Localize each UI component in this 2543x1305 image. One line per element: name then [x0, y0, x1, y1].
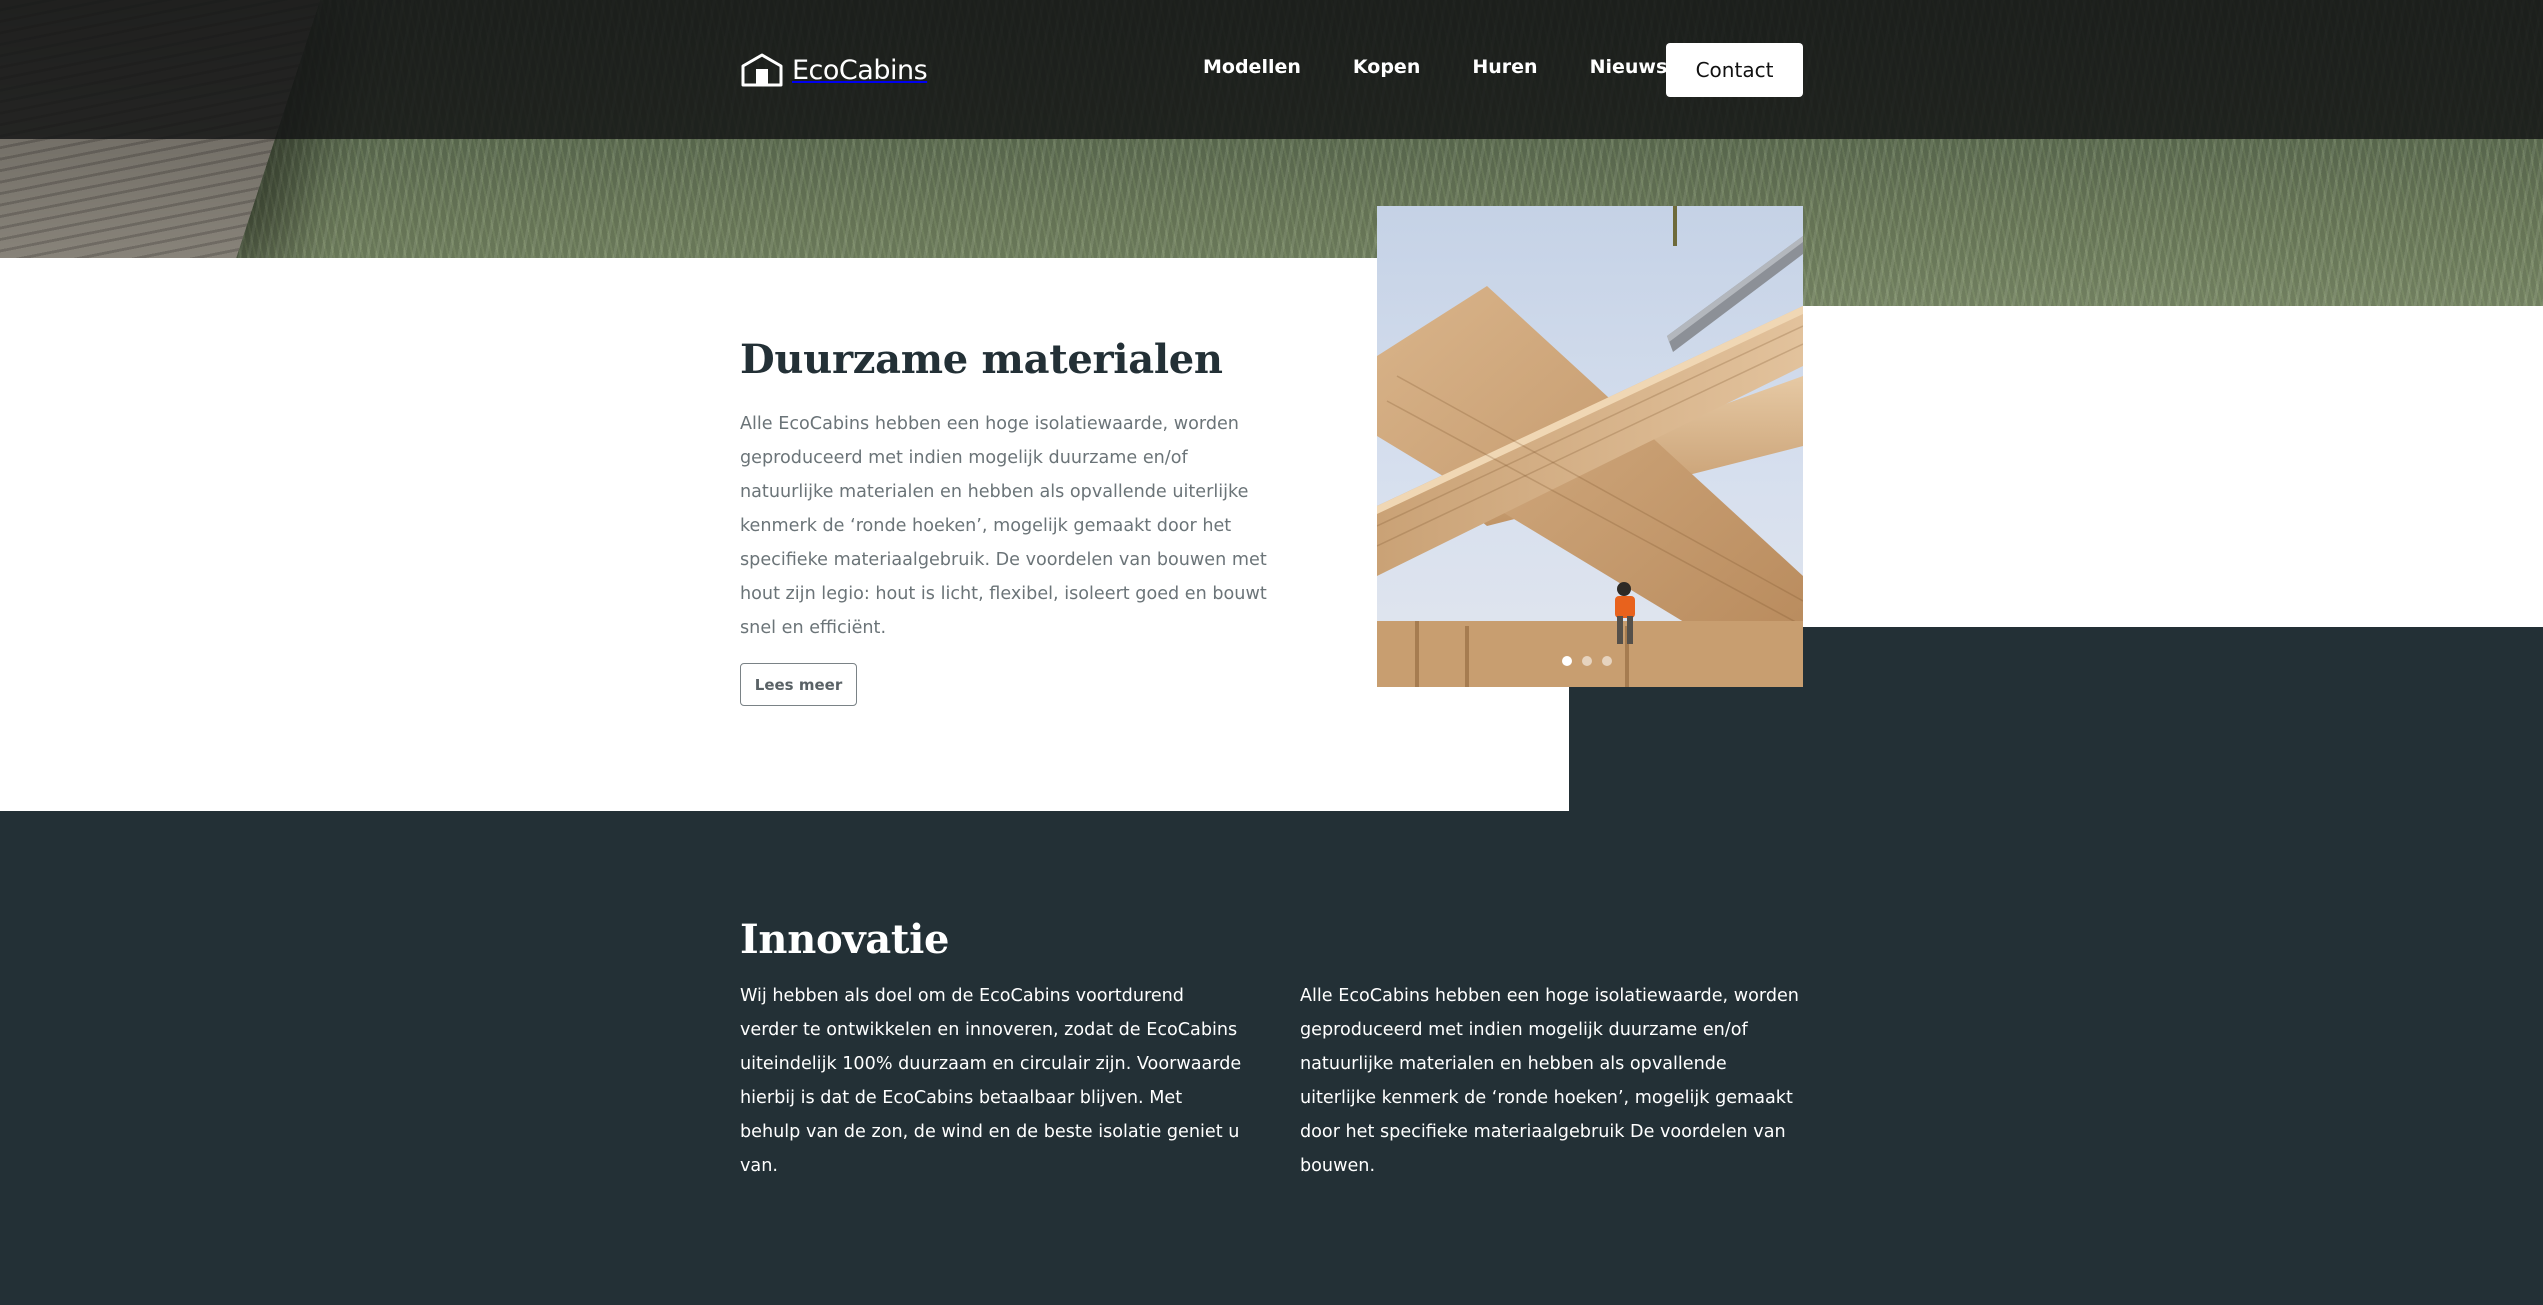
nav-item-nieuws[interactable]: Nieuws: [1590, 56, 1668, 78]
materials-title: Duurzame materialen: [740, 336, 1223, 383]
slider-dot-1[interactable]: [1562, 656, 1572, 666]
site-header: EcoCabins Modellen Kopen Huren Nieuws Co…: [0, 0, 2543, 139]
brand-name: EcoCabins: [792, 54, 928, 86]
innovation-title: Innovatie: [740, 916, 950, 963]
nav-item-huren[interactable]: Huren: [1472, 56, 1537, 78]
materials-body: Alle EcoCabins hebben een hoge isolatiew…: [740, 414, 1267, 638]
slider-dots: [1562, 656, 1612, 666]
read-more-button[interactable]: Lees meer: [740, 663, 857, 706]
nav-item-kopen[interactable]: Kopen: [1353, 56, 1420, 78]
house-icon: [741, 53, 783, 87]
contact-button[interactable]: Contact: [1666, 43, 1803, 97]
innovation-text-left: Wij hebben als doel om de EcoCabins voor…: [740, 986, 1242, 1176]
nav-item-modellen[interactable]: Modellen: [1203, 56, 1301, 78]
logo-link[interactable]: EcoCabins: [740, 52, 928, 88]
timber-construction-photo: [1377, 206, 1803, 687]
slider-dot-3[interactable]: [1602, 656, 1612, 666]
innovation-text-right: Alle EcoCabins hebben een hoge isolatiew…: [1300, 986, 1799, 1176]
image-slider[interactable]: [1377, 206, 1803, 687]
slider-dot-2[interactable]: [1582, 656, 1592, 666]
innovation-section: [0, 811, 2543, 1305]
main-nav: Modellen Kopen Huren Nieuws: [1203, 56, 1667, 78]
